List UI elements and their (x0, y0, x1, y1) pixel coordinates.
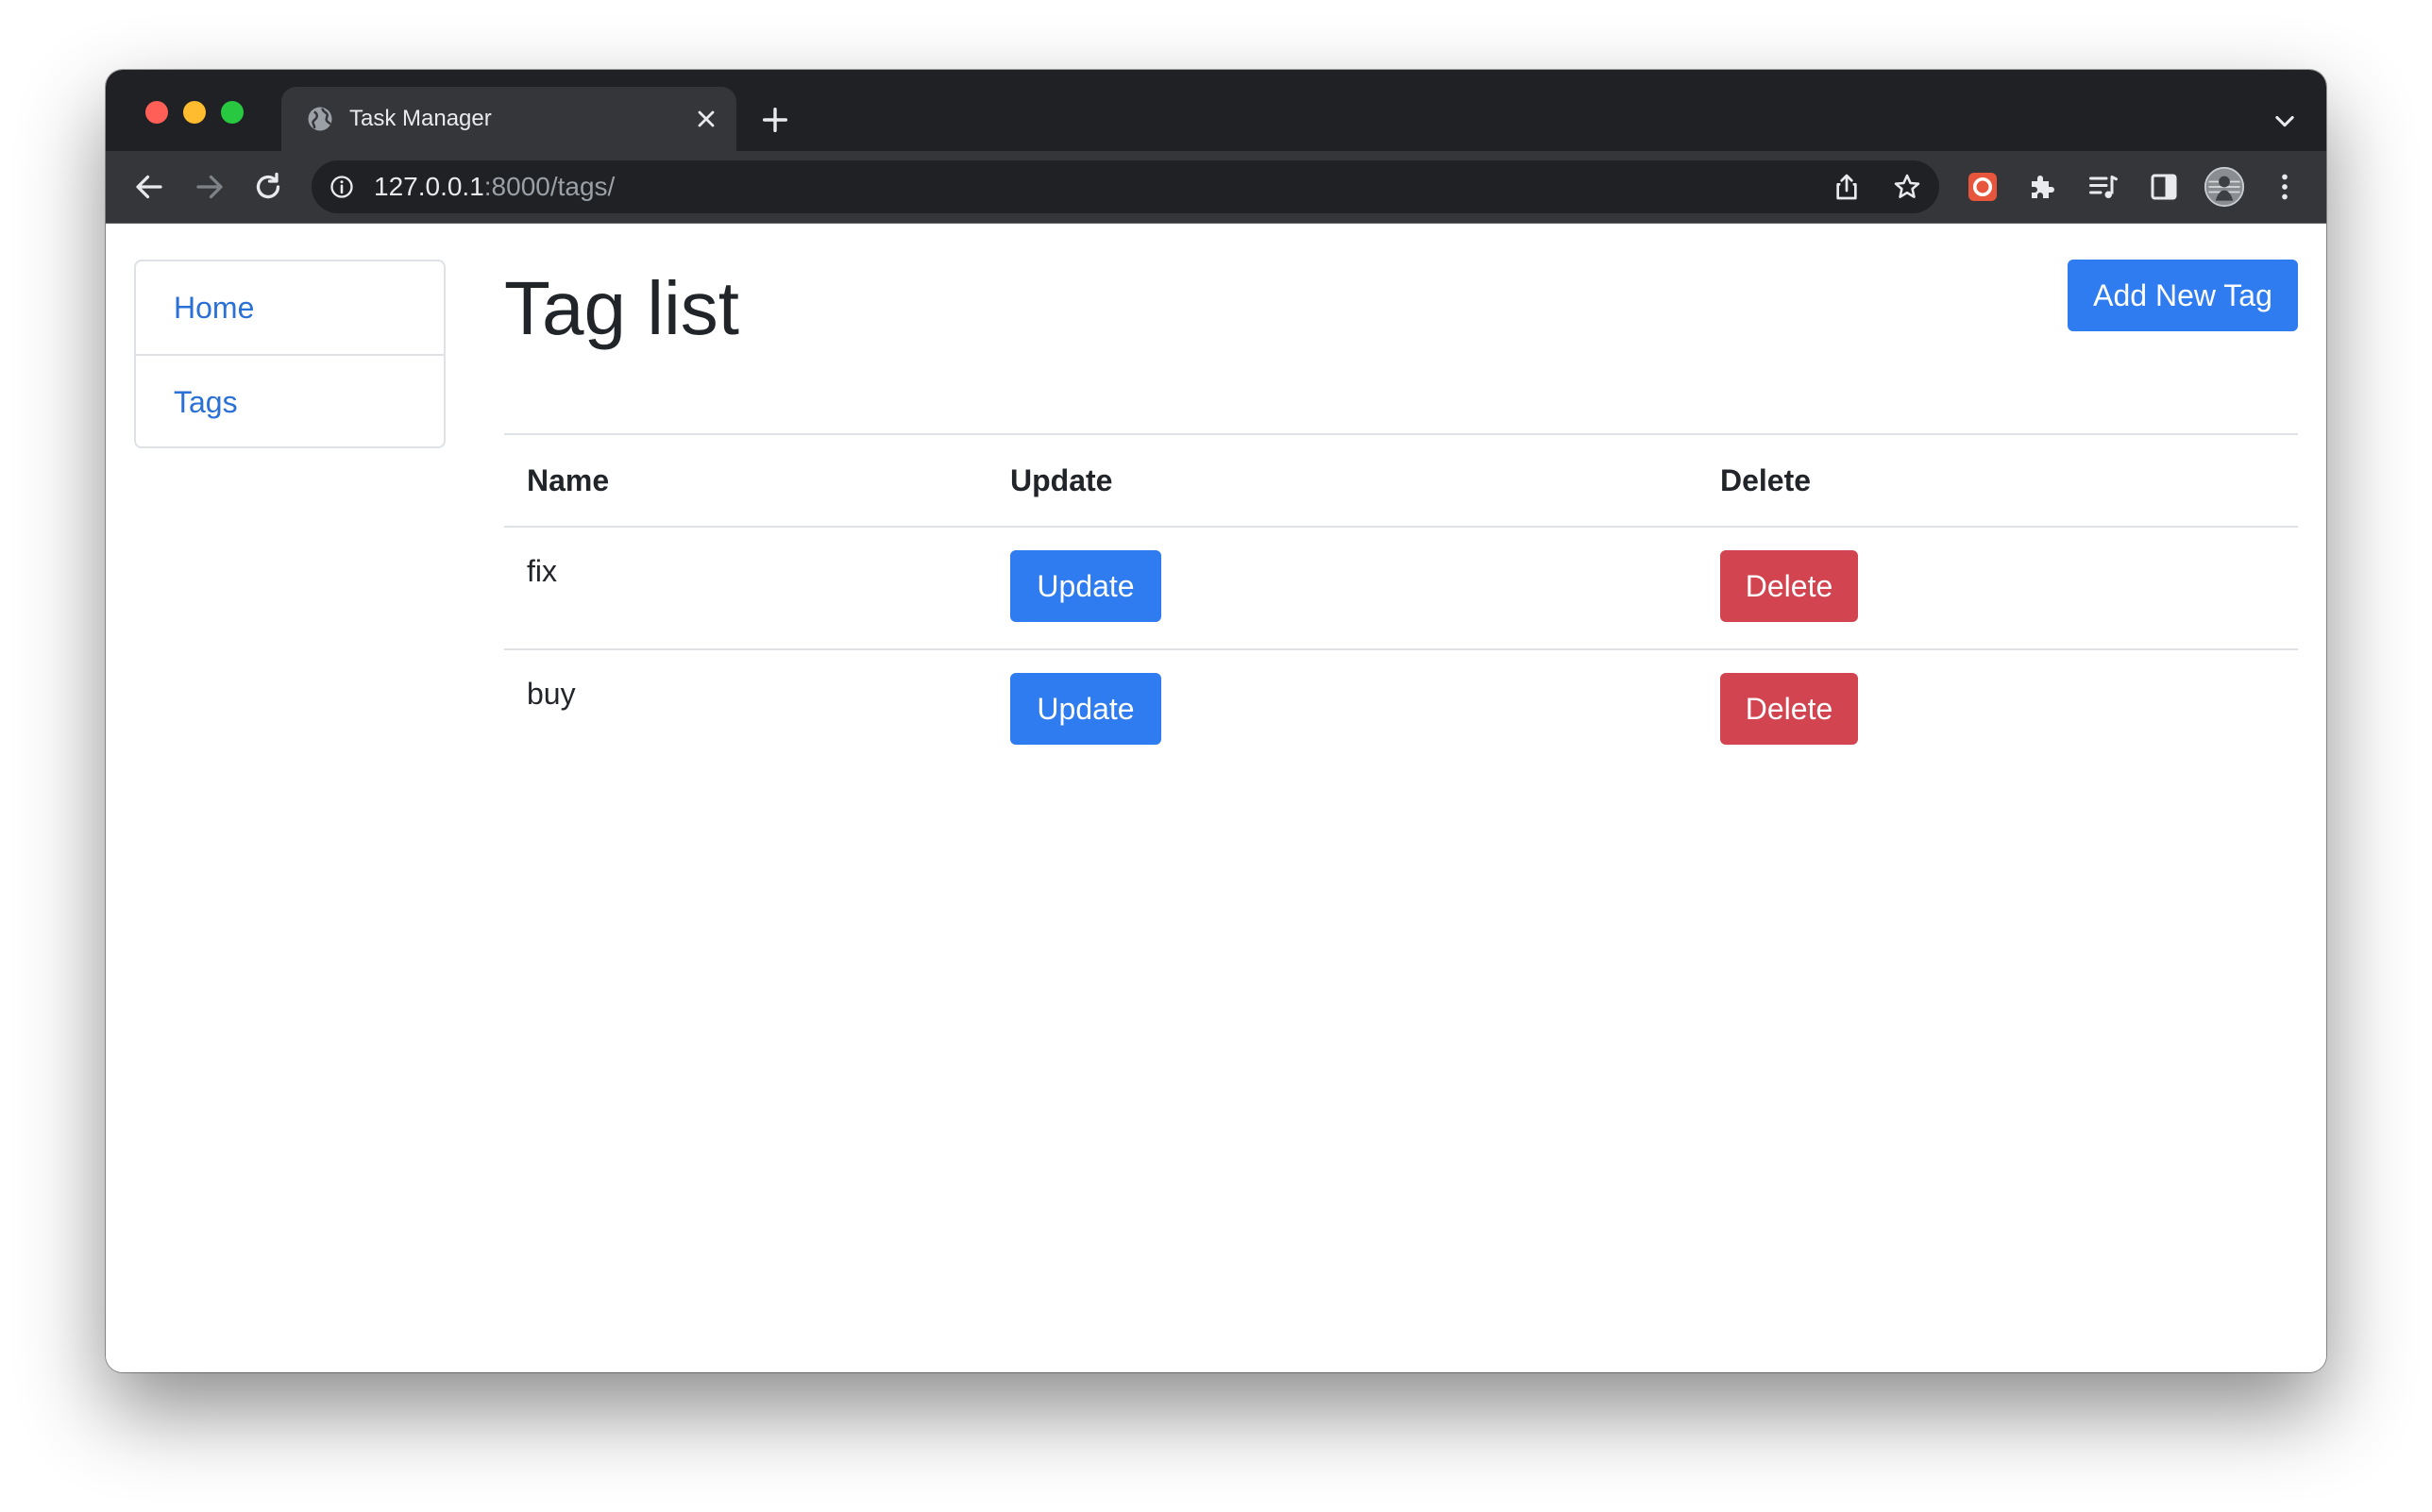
media-control-icon[interactable] (2086, 170, 2120, 204)
close-window-button[interactable] (145, 101, 168, 124)
update-cell: Update (988, 527, 1697, 650)
add-new-tag-button[interactable]: Add New Tag (2068, 260, 2298, 331)
tab-strip: Task Manager (106, 70, 2326, 151)
puzzle-icon[interactable] (2026, 170, 2060, 204)
info-icon[interactable] (329, 174, 355, 200)
plus-icon[interactable] (759, 104, 791, 136)
address-bar[interactable]: 127.0.0.1:8000/tags/ (312, 160, 1939, 213)
update-cell: Update (988, 649, 1697, 771)
tab-title: Task Manager (349, 106, 492, 131)
page-title: Tag list (504, 266, 739, 350)
forward-arrow-icon[interactable] (193, 170, 227, 204)
table-header-row: Name Update Delete (504, 435, 2298, 528)
tag-name-cell: fix (504, 527, 988, 650)
table-row: fix Update Delete (504, 527, 2298, 650)
star-icon[interactable] (1892, 172, 1922, 202)
column-header-update: Update (988, 435, 1697, 528)
side-panel-icon[interactable] (2147, 170, 2181, 204)
column-header-name: Name (504, 435, 988, 528)
more-menu-icon[interactable] (2268, 170, 2302, 204)
maximize-window-button[interactable] (221, 101, 244, 124)
sidebar-item-tags[interactable]: Tags (136, 354, 444, 446)
close-icon[interactable] (693, 106, 719, 132)
delete-button[interactable]: Delete (1720, 550, 1858, 622)
reload-icon[interactable] (251, 170, 285, 204)
sidebar-item-home[interactable]: Home (136, 261, 444, 354)
delete-button[interactable]: Delete (1720, 673, 1858, 745)
url-text[interactable]: 127.0.0.1:8000/tags/ (374, 172, 615, 202)
extension-red-icon[interactable] (1966, 170, 2000, 204)
globe-icon (308, 107, 332, 131)
update-button[interactable]: Update (1010, 550, 1161, 622)
url-host: 127.0.0.1 (374, 172, 484, 201)
browser-toolbar: 127.0.0.1:8000/tags/ (106, 151, 2326, 224)
page-content: Home Tags Tag list Add New Tag Name Upda… (106, 224, 2326, 1372)
delete-cell: Delete (1697, 649, 2298, 771)
update-button[interactable]: Update (1010, 673, 1161, 745)
active-tab[interactable]: Task Manager (281, 87, 736, 151)
tags-table: Name Update Delete fix Update Delete buy… (504, 433, 2298, 771)
url-path: :8000/tags/ (483, 172, 616, 201)
tag-name-cell: buy (527, 677, 576, 711)
chevron-down-icon[interactable] (2272, 108, 2298, 134)
browser-window: Task Manager 127.0.0.1:8000/tags/ Home T… (106, 70, 2326, 1372)
profile-avatar-icon[interactable] (2204, 166, 2245, 208)
sidebar-nav: Home Tags (134, 260, 446, 448)
column-header-delete: Delete (1697, 435, 2298, 528)
delete-cell: Delete (1697, 527, 2298, 650)
back-arrow-icon[interactable] (132, 170, 166, 204)
minimize-window-button[interactable] (183, 101, 206, 124)
table-row: buy Update Delete (504, 649, 2298, 771)
share-icon[interactable] (1832, 172, 1862, 202)
